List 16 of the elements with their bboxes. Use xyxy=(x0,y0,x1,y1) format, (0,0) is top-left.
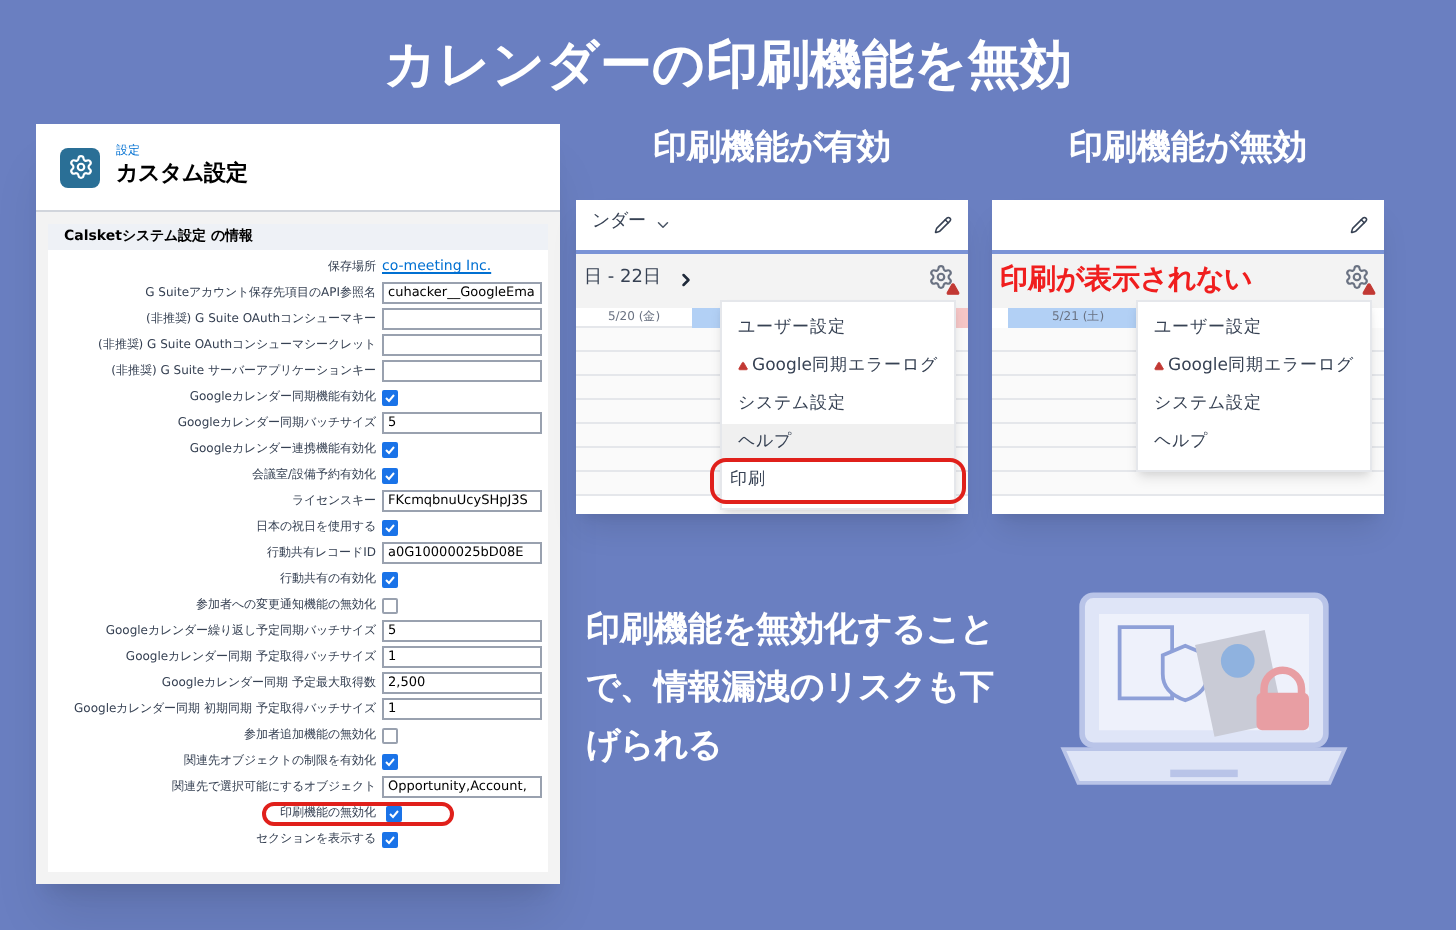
menu-item[interactable]: Google同期エラーログ xyxy=(722,347,954,385)
menu-item[interactable]: ヘルプ xyxy=(722,423,954,461)
panel-caption: 印刷機能が無効 xyxy=(1069,126,1307,172)
page-title: カスタム設定 xyxy=(116,157,248,190)
date-range: 日 - 22日 xyxy=(584,266,661,293)
menu-item[interactable]: 印刷 xyxy=(714,461,962,499)
panel-caption: 印刷機能が有効 xyxy=(653,126,891,172)
annotation: 印刷が表示されない xyxy=(1000,261,1252,299)
menu-item[interactable]: システム設定 xyxy=(1138,385,1370,423)
menu-item[interactable]: ヘルプ xyxy=(1138,423,1370,461)
view-menu[interactable]: ンダー xyxy=(592,210,646,238)
menu-item[interactable]: ユーザー設定 xyxy=(722,309,954,347)
headline: カレンダーの印刷機能を無効 xyxy=(382,34,1074,100)
menu-item[interactable]: Google同期エラーログ xyxy=(1138,347,1370,385)
message: 印刷機能を無効化することで、情報漏洩のリスクも下げられる xyxy=(586,607,996,769)
menu-item[interactable]: システム設定 xyxy=(722,385,954,423)
